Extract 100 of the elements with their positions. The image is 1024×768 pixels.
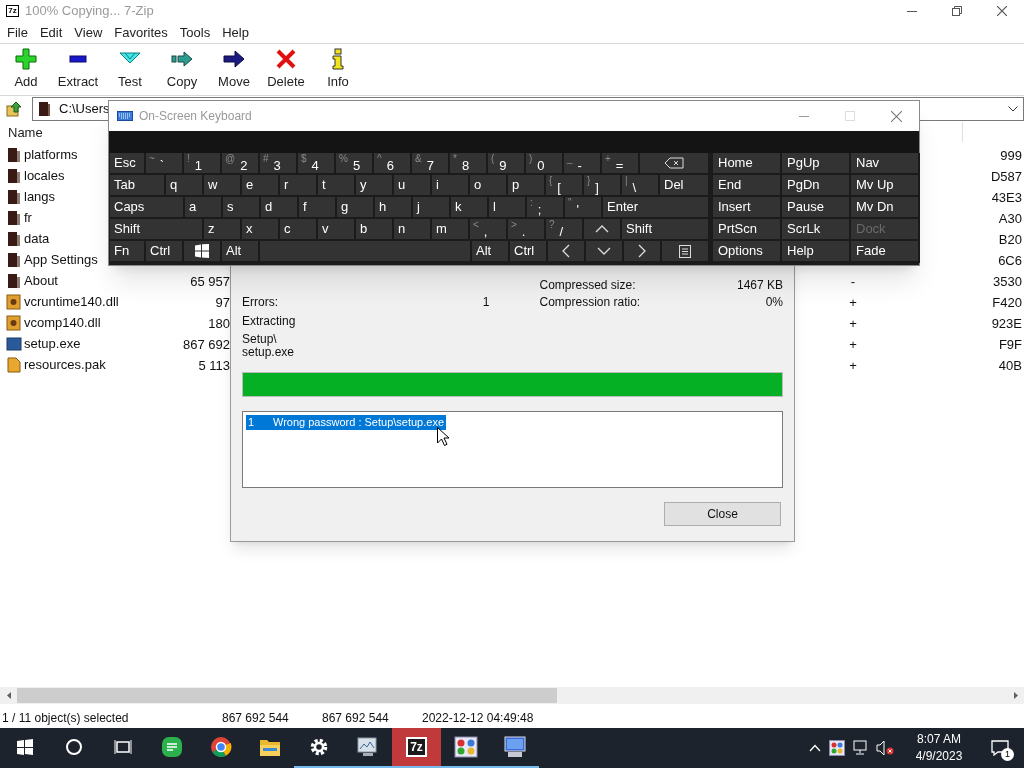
keyboard-key[interactable]: d <box>261 197 299 219</box>
keyboard-key[interactable]: n <box>394 219 432 241</box>
keyboard-key[interactable] <box>184 241 222 263</box>
keyboard-key[interactable]: Esc <box>110 153 146 175</box>
file-name[interactable]: vcruntime140.dll <box>24 291 119 312</box>
keyboard-key[interactable]: ! 1 <box>184 153 222 175</box>
toolbar-button[interactable]: Move <box>208 44 260 96</box>
keyboard-key[interactable]: Options <box>713 241 782 263</box>
keyboard-key[interactable]: h <box>375 197 413 219</box>
keyboard-key[interactable]: x <box>242 219 280 241</box>
file-name[interactable]: locales <box>24 165 65 186</box>
keyboard-key[interactable]: ) 0 <box>526 153 564 175</box>
keyboard-key[interactable]: Mv Dn <box>851 197 920 219</box>
keyboard-key[interactable]: PrtScn <box>713 219 782 241</box>
keyboard-key[interactable]: t <box>318 175 356 197</box>
keyboard-key[interactable]: " ' <box>565 197 603 219</box>
keyboard-key[interactable]: c <box>280 219 318 241</box>
keyboard-key[interactable]: o <box>470 175 508 197</box>
keyboard-key[interactable]: } ] <box>584 175 622 197</box>
keyboard-key[interactable]: Mv Up <box>851 175 920 197</box>
toolbar-button[interactable]: Test <box>104 44 156 96</box>
keyboard-key[interactable]: : ; <box>527 197 565 219</box>
keyboard-key[interactable]: Pause <box>782 197 851 219</box>
keyboard-key[interactable]: Enter <box>603 197 710 219</box>
keyboard-key[interactable]: Shift <box>110 219 204 241</box>
keyboard-key[interactable]: Help <box>782 241 851 263</box>
keyboard-key[interactable]: k <box>451 197 489 219</box>
keyboard-key[interactable]: f <box>299 197 337 219</box>
keyboard-key[interactable]: l <box>489 197 527 219</box>
keyboard-key[interactable]: ? / <box>546 219 584 241</box>
keyboard-key[interactable]: v <box>318 219 356 241</box>
file-name[interactable]: setup.exe <box>24 333 81 354</box>
file-name[interactable]: langs <box>24 186 56 207</box>
file-name[interactable]: fr <box>24 207 32 228</box>
keyboard-key[interactable]: ^ 6 <box>374 153 412 175</box>
keyboard-key[interactable]: Ctrl <box>510 241 548 263</box>
keyboard-key[interactable]: m <box>432 219 470 241</box>
keyboard-key[interactable]: b <box>356 219 394 241</box>
keyboard-key[interactable]: Ctrl <box>146 241 184 263</box>
keyboard-key[interactable]: r <box>280 175 318 197</box>
keyboard-key[interactable] <box>662 241 710 263</box>
keyboard-key[interactable]: ScrLk <box>782 219 851 241</box>
keyboard-key[interactable]: < , <box>470 219 508 241</box>
keyboard-key[interactable]: q <box>166 175 204 197</box>
keyboard-key[interactable]: PgDn <box>782 175 851 197</box>
keyboard-key[interactable]: Fade <box>851 241 920 263</box>
keyboard-key[interactable]: Caps <box>110 197 185 219</box>
toolbar-button[interactable]: Delete <box>260 44 312 96</box>
keyboard-key[interactable]: Del <box>660 175 710 197</box>
keyboard-key[interactable]: _ - <box>564 153 602 175</box>
keyboard-key[interactable]: Nav <box>851 153 920 175</box>
scrollbar-thumb[interactable] <box>17 688 557 703</box>
column-header[interactable]: Name <box>8 123 43 143</box>
keyboard-key[interactable]: i <box>432 175 470 197</box>
file-name[interactable]: resources.pak <box>24 354 106 375</box>
keyboard-key[interactable]: u <box>394 175 432 197</box>
keyboard-key[interactable]: | \ <box>622 175 660 197</box>
keyboard-key[interactable]: # 3 <box>260 153 298 175</box>
keyboard-key[interactable]: a <box>185 197 223 219</box>
keyboard-key[interactable]: j <box>413 197 451 219</box>
keyboard-key[interactable]: > . <box>508 219 546 241</box>
keyboard-key[interactable]: Tab <box>110 175 166 197</box>
keyboard-key[interactable]: @ 2 <box>222 153 260 175</box>
keyboard-key[interactable]: g <box>337 197 375 219</box>
keyboard-key[interactable]: ~ ` <box>146 153 184 175</box>
keyboard-key[interactable]: Insert <box>713 197 782 219</box>
toolbar-button[interactable]: Extract <box>52 44 104 96</box>
keyboard-key[interactable]: w <box>204 175 242 197</box>
keyboard-key[interactable]: p <box>508 175 546 197</box>
menu-item[interactable]: Edit <box>33 22 69 43</box>
menu-item[interactable]: File <box>1 22 34 43</box>
keyboard-key[interactable]: $ 4 <box>298 153 336 175</box>
notifications-button[interactable]: 1 <box>976 728 1024 768</box>
keyboard-key[interactable]: End <box>713 175 782 197</box>
file-name[interactable]: About <box>24 270 58 291</box>
keyboard-key[interactable]: PgUp <box>782 153 851 175</box>
keyboard-key[interactable]: Alt <box>222 241 260 263</box>
keyboard-key[interactable]: e <box>242 175 280 197</box>
keyboard-key[interactable]: % 5 <box>336 153 374 175</box>
close-dialog-button[interactable]: Close <box>664 502 781 526</box>
keyboard-key[interactable]: Alt <box>472 241 510 263</box>
file-name[interactable]: platforms <box>24 144 78 165</box>
toolbar-button[interactable]: Info <box>312 44 364 96</box>
keyboard-key[interactable]: y <box>356 175 394 197</box>
keyboard-key[interactable]: Shift <box>622 219 710 241</box>
keyboard-key[interactable]: Home <box>713 153 782 175</box>
file-name[interactable]: data <box>24 228 50 249</box>
file-name[interactable]: vcomp140.dll <box>24 312 101 333</box>
file-name[interactable]: App Settings <box>24 249 98 270</box>
toolbar-button[interactable]: Add <box>0 44 52 96</box>
keyboard-key[interactable]: s <box>223 197 261 219</box>
menu-item[interactable]: Help <box>216 22 255 43</box>
toolbar-button[interactable]: Copy <box>156 44 208 96</box>
menu-item[interactable]: View <box>68 22 109 43</box>
keyboard-key[interactable]: { [ <box>546 175 584 197</box>
keyboard-key[interactable]: + = <box>602 153 640 175</box>
keyboard-key[interactable]: & 7 <box>412 153 450 175</box>
taskbar-button[interactable]: 7z <box>392 728 441 768</box>
keyboard-key[interactable]: z <box>204 219 242 241</box>
keyboard-key[interactable]: ( 9 <box>488 153 526 175</box>
